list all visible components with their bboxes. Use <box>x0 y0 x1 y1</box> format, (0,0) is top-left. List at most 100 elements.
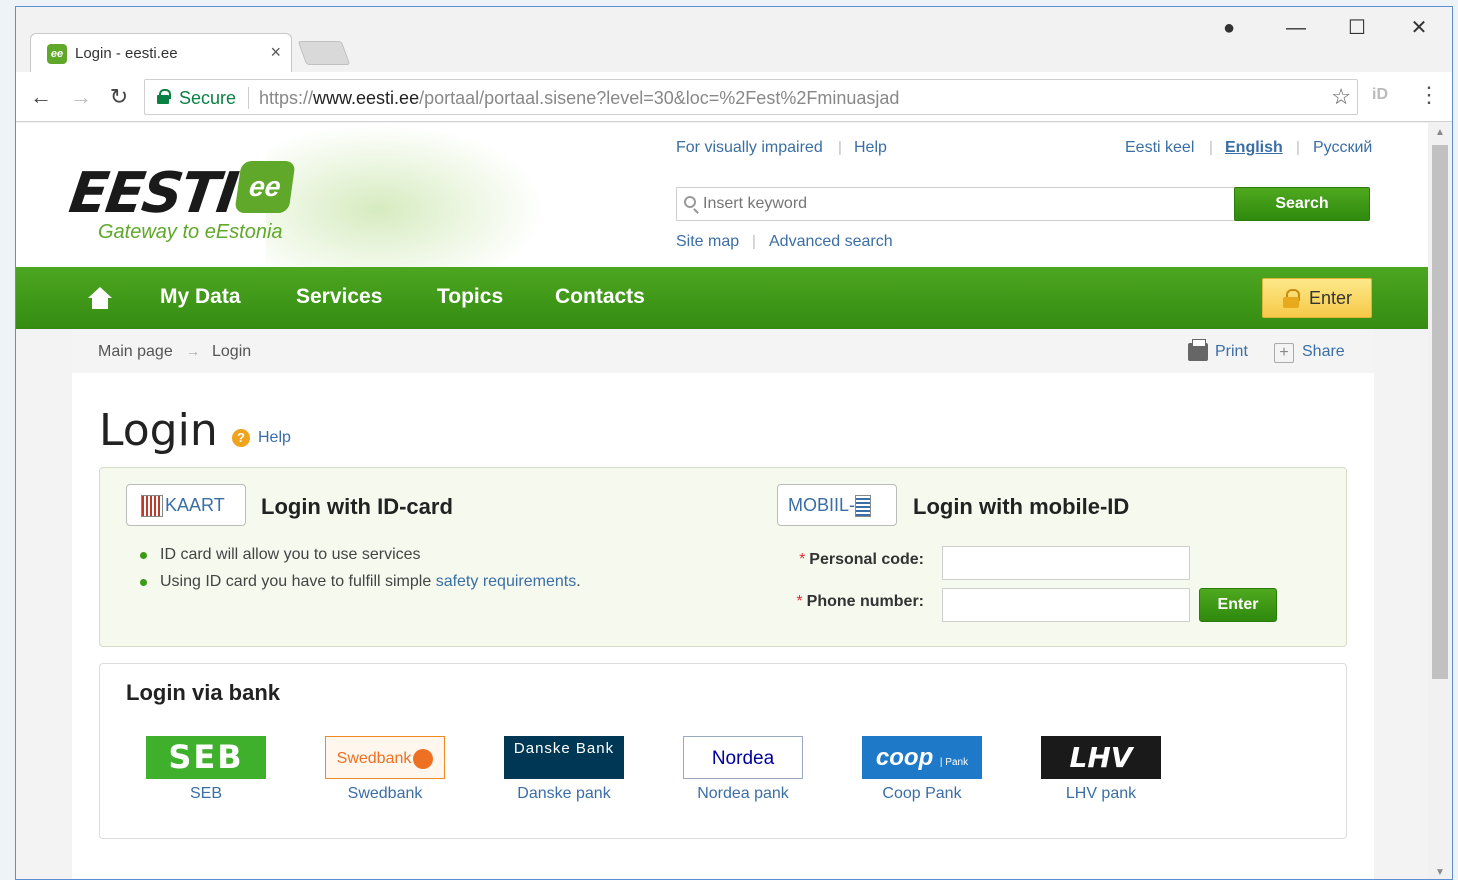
url-text[interactable]: https://www.eesti.ee/portaal/portaal.sis… <box>259 88 899 109</box>
swedbank-logo-text: Swedbank <box>336 750 412 767</box>
bank-name: Danske pank <box>517 785 611 802</box>
share-link[interactable]: Share <box>1302 343 1345 361</box>
bank-name: LHV pank <box>1065 785 1137 802</box>
bank-name: Nordea pank <box>697 785 789 802</box>
nav-contacts[interactable]: Contacts <box>555 285 645 309</box>
link-separator: | <box>1296 139 1300 156</box>
breadcrumb-main-page[interactable]: Main page <box>98 343 173 361</box>
search-input[interactable] <box>676 187 1236 221</box>
logo-wordmark: EESTI <box>65 161 241 226</box>
scrollbar-thumb[interactable] <box>1432 145 1448 679</box>
nav-services[interactable]: Services <box>296 285 382 309</box>
nav-my-data[interactable]: My Data <box>160 285 241 309</box>
safety-requirements-link[interactable]: safety requirements <box>436 573 577 590</box>
print-link[interactable]: Print <box>1215 343 1248 361</box>
browser-tab[interactable]: ee Login - eesti.ee × <box>30 33 292 73</box>
scroll-down-arrow-icon[interactable]: ▼ <box>1435 867 1445 878</box>
profile-icon[interactable]: ● <box>1206 11 1252 45</box>
mobile-id-enter-button[interactable]: Enter <box>1199 588 1277 622</box>
secure-label: Secure <box>179 88 237 108</box>
help-link[interactable]: Help <box>258 429 291 447</box>
bullet-end: . <box>576 573 581 590</box>
site-header: EESTI ee Gateway to eEstonia For visually… <box>16 123 1428 267</box>
id-card-badge[interactable]: KAART <box>126 484 246 526</box>
visually-impaired-link[interactable]: For visually impaired <box>676 139 823 157</box>
url-path: /portaal/portaal.sisene?level=30&loc=%2F… <box>419 88 900 108</box>
eesti-logo[interactable]: EESTI ee <box>65 161 296 226</box>
minimize-button[interactable]: — <box>1273 11 1319 45</box>
personal-code-label: * Personal code: <box>799 551 924 568</box>
lang-english-link[interactable]: English <box>1225 139 1283 157</box>
page-viewport: EESTI ee Gateway to eEstonia For visually… <box>16 123 1428 879</box>
close-window-button[interactable]: ✕ <box>1396 11 1442 45</box>
mobile-id-chip-icon <box>855 495 872 518</box>
address-bar[interactable]: Secure https://www.eesti.ee/portaal/port… <box>144 79 1358 115</box>
back-arrow-icon[interactable]: ← <box>26 82 56 112</box>
personal-code-input[interactable] <box>942 546 1190 580</box>
personal-code-label-text: Personal code: <box>809 551 924 568</box>
bank-nordea[interactable]: Nordea Nordea pank <box>683 736 803 803</box>
search-icon <box>684 196 696 208</box>
breadcrumb-arrow-icon: → <box>186 343 200 359</box>
nordea-logo: Nordea <box>683 736 803 779</box>
enter-button[interactable]: Enter <box>1262 278 1372 318</box>
login-methods-box: KAART Login with ID-card ID card will al… <box>99 467 1347 647</box>
scroll-up-arrow-icon[interactable]: ▲ <box>1435 127 1445 138</box>
printer-icon[interactable] <box>1188 339 1208 361</box>
swedbank-logo: Swedbank <box>325 736 445 779</box>
id-extension-icon[interactable]: iD <box>1372 86 1388 104</box>
bank-swedbank[interactable]: Swedbank Swedbank <box>325 736 445 803</box>
bank-lhv[interactable]: LHV LHV pank <box>1041 736 1161 803</box>
breadcrumb: Main page → Login Print + Share <box>72 329 1374 373</box>
phone-number-input[interactable] <box>942 588 1190 622</box>
browser-toolbar: ← → ↻ Secure https://www.eesti.ee/portaa… <box>16 72 1452 122</box>
new-tab-button[interactable] <box>297 41 351 65</box>
id-card-heading[interactable]: Login with ID-card <box>261 494 453 520</box>
lang-russian-link[interactable]: Русский <box>1313 139 1372 157</box>
bank-danske[interactable]: Danske Bank Danske pank <box>504 736 624 803</box>
seb-logo: SEB <box>146 736 266 779</box>
lock-icon <box>157 89 171 104</box>
enter-label: Enter <box>1309 288 1353 308</box>
help-top-link[interactable]: Help <box>854 139 887 157</box>
tab-close-icon[interactable]: × <box>270 42 281 63</box>
advanced-search-link[interactable]: Advanced search <box>769 233 893 251</box>
page-title: Login <box>99 405 218 456</box>
tab-title: Login - eesti.ee <box>75 45 178 62</box>
coop-logo-text: coop <box>875 744 934 771</box>
id-card-badge-label: KAART <box>165 495 225 515</box>
swedbank-oak-icon <box>413 748 434 769</box>
bank-seb[interactable]: SEB SEB <box>146 736 266 803</box>
site-map-link[interactable]: Site map <box>676 233 739 251</box>
search-button[interactable]: Search <box>1234 187 1370 221</box>
share-plus-icon[interactable]: + <box>1274 343 1294 363</box>
forward-arrow-icon[interactable]: → <box>66 82 96 112</box>
maximize-button[interactable]: ☐ <box>1334 11 1380 45</box>
link-separator: | <box>752 233 756 250</box>
vertical-scrollbar[interactable]: ▲ ▼ <box>1428 123 1452 879</box>
help-question-icon[interactable]: ? <box>232 429 250 447</box>
lang-estonian-link[interactable]: Eesti keel <box>1125 139 1194 157</box>
mobile-id-badge[interactable]: MOBIIL- <box>777 484 897 526</box>
mobile-id-heading: Login with mobile-ID <box>913 494 1130 519</box>
bookmark-star-icon[interactable]: ☆ <box>1331 84 1351 110</box>
browser-window: ee Login - eesti.ee × ● — ☐ ✕ ← → ↻ Secu… <box>15 6 1453 880</box>
coop-logo-pank: | Pank <box>939 757 969 768</box>
phone-number-label: * Phone number: <box>796 593 924 610</box>
id-card-info-item: ID card will allow you to use services <box>140 546 421 563</box>
coop-logo: coop | Pank <box>862 736 982 779</box>
content-panel: Main page → Login Print + Share Login ? … <box>72 329 1374 879</box>
reload-icon[interactable]: ↻ <box>104 82 134 112</box>
nav-topics[interactable]: Topics <box>437 285 503 309</box>
bank-coop[interactable]: coop | Pank Coop Pank <box>862 736 982 803</box>
logo-ee-badge: ee <box>234 161 296 213</box>
bank-login-box: Login via bank SEB SEB Swedbank Swedbank… <box>99 663 1347 839</box>
header-leaf-decoration <box>266 123 546 267</box>
desktop-background: ee Login - eesti.ee × ● — ☐ ✕ ← → ↻ Secu… <box>0 0 1458 880</box>
link-separator: | <box>1209 139 1213 156</box>
link-separator: | <box>838 139 842 156</box>
id-card-chip-icon <box>141 495 163 518</box>
main-navigation: My Data Services Topics Contacts Enter <box>16 267 1428 329</box>
home-icon[interactable] <box>88 287 112 309</box>
browser-menu-icon[interactable]: ⋮ <box>1418 82 1440 108</box>
